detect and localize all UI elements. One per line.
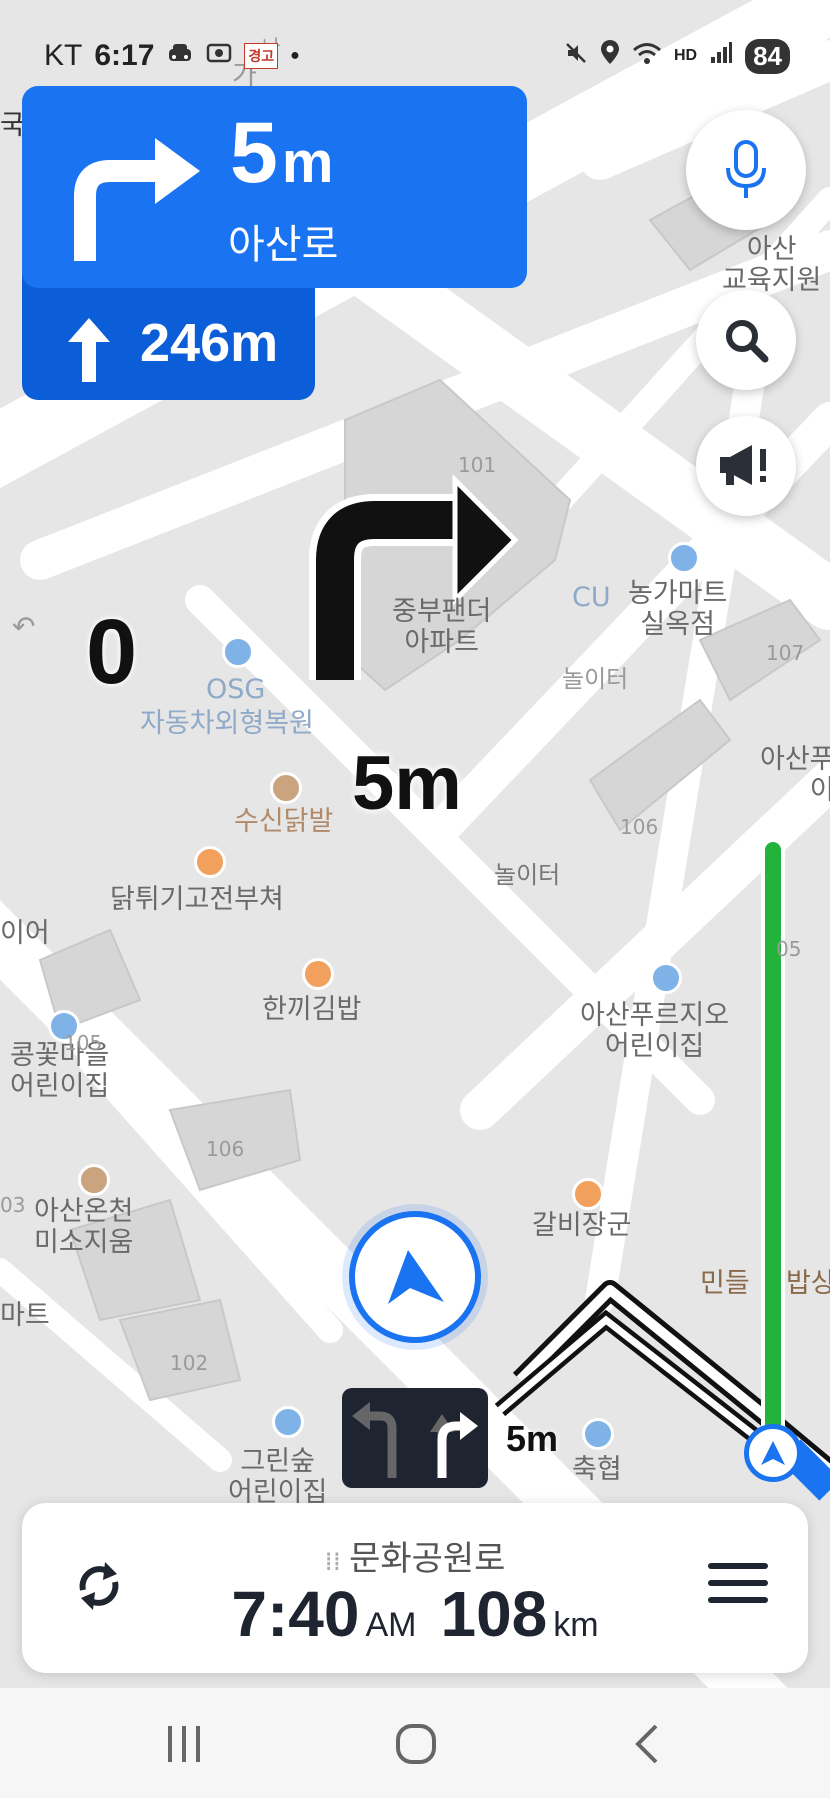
poi-icon[interactable]: [650, 962, 682, 994]
current-road: ⁞⁞ 문화공원로: [22, 1531, 808, 1580]
route-progress-marker: [744, 1424, 802, 1482]
building-number: 107: [766, 641, 805, 665]
turn-distance: 5m: [230, 110, 333, 196]
remaining-distance: 108: [440, 1578, 548, 1650]
poi-icon[interactable]: [194, 846, 226, 878]
map-label-ieo: 이어: [0, 918, 50, 949]
poi-icon[interactable]: [572, 1178, 604, 1210]
building-number: 101: [458, 453, 497, 477]
poi-icon[interactable]: [222, 636, 254, 668]
map-label-asan-purgio: 아산푸르지오 어린이집: [580, 1000, 730, 1063]
menu-icon: [708, 1559, 768, 1603]
wifi-icon: [632, 39, 662, 73]
home-icon: [396, 1724, 436, 1764]
poi-icon[interactable]: [270, 772, 302, 804]
map-label-nonghyup-mart: 농가마트 실옥점: [628, 578, 728, 641]
lane-distance: 5m: [506, 1418, 559, 1459]
megaphone-icon: [720, 445, 766, 485]
turn-road-name: 아산로: [228, 222, 339, 268]
battery-icon: 84: [745, 38, 790, 74]
u-turn-icon: ↶: [12, 610, 36, 643]
map-label-osg: OSG: [206, 674, 266, 705]
back-icon: [635, 1724, 658, 1764]
map-label-hankki: 한끼김밥: [262, 994, 362, 1025]
notification-badge-icon: 경고: [244, 43, 279, 69]
current-road-name: 문화공원로: [349, 1539, 506, 1579]
poi-icon[interactable]: [668, 542, 700, 574]
poi-icon[interactable]: [78, 1164, 110, 1196]
trip-summary: 7:40 AM 108 km: [22, 1577, 808, 1651]
map-label-cu: CU: [572, 582, 611, 613]
map-label-green: 그린숲 어린이집: [228, 1446, 328, 1509]
navigation-arrow-icon: [761, 1441, 785, 1465]
mic-icon: [726, 140, 766, 198]
map-label-asan-edu: 아산 교육지원: [722, 234, 822, 297]
turn-right-icon: [74, 138, 200, 261]
location-icon: [600, 39, 620, 73]
arrival-time: 7:40: [231, 1578, 360, 1650]
report-button[interactable]: [696, 416, 796, 516]
poi-icon[interactable]: [582, 1418, 614, 1450]
dot-icon: ●: [290, 47, 300, 64]
map-turn-distance: 5m: [352, 741, 462, 826]
car-icon: [166, 39, 194, 73]
menu-button[interactable]: [708, 1559, 768, 1615]
map-label-playground: 놀이터: [562, 665, 629, 693]
map-label-galbi: 갈비장군: [532, 1210, 632, 1241]
building-number: 102: [170, 1351, 209, 1375]
map-label-asan-right: 아산푸 이: [760, 744, 830, 807]
building-number: 05: [776, 937, 802, 961]
map-label-susin: 수신닭발: [234, 806, 334, 837]
map-label-playground: 놀이터: [494, 861, 561, 889]
recent-apps-button[interactable]: [164, 1722, 204, 1766]
home-button[interactable]: [394, 1722, 438, 1766]
location-arrow-icon: [388, 1250, 444, 1304]
turn-distance-value: 5: [230, 105, 278, 201]
search-icon: [726, 320, 769, 363]
search-button[interactable]: [696, 290, 796, 390]
current-location-marker[interactable]: [342, 1204, 488, 1350]
recents-icon: [168, 1726, 200, 1762]
poi-icon[interactable]: [272, 1406, 304, 1438]
distance-unit: km: [553, 1606, 599, 1644]
map-label-osg-desc: 자동차외형복원: [140, 708, 314, 739]
map-label-bapsang: 밥상: [786, 1268, 830, 1299]
route-summary-bar[interactable]: ⁞⁞ 문화공원로 7:40 AM 108 km: [22, 1503, 808, 1673]
signal-icon: [709, 39, 733, 73]
map-label-mart: 마트: [0, 1300, 50, 1331]
voice-button[interactable]: [686, 110, 806, 230]
system-nav-bar: [0, 1688, 830, 1798]
map-label-dakt: 닭튀기고전부쳐: [110, 884, 284, 915]
building-number: 03: [0, 1193, 26, 1217]
building-number: 106: [620, 815, 659, 839]
screenshot-icon: [206, 39, 232, 73]
straight-icon: [68, 318, 110, 382]
map-label-asan-oncheon: 아산온천 미소지움: [34, 1196, 134, 1259]
carrier: KT: [44, 39, 83, 72]
hd-icon: HD: [673, 47, 698, 64]
lane-arrows-icon: [352, 1402, 478, 1478]
arrival-ampm: AM: [365, 1606, 417, 1644]
back-button[interactable]: [632, 1722, 662, 1766]
map-label-apartment: 중부팬더 아파트: [392, 596, 492, 659]
building-number: 106: [206, 1137, 245, 1161]
turn-card[interactable]: 5m 아산로: [22, 86, 527, 288]
mute-icon: [564, 39, 588, 73]
status-bar: KT 6:17 경고 ● HD 84: [0, 0, 830, 86]
lane-guidance: [342, 1388, 488, 1488]
turn-distance-unit: m: [281, 130, 334, 195]
map-label-mindeul: 민들: [700, 1268, 750, 1299]
building-number: 105: [64, 1031, 103, 1055]
map-label-chukhyup: 축협: [572, 1454, 622, 1485]
speed-display: 0: [86, 601, 138, 703]
clock: 6:17: [94, 39, 155, 72]
next-distance: 246m: [140, 313, 279, 373]
poi-icon[interactable]: [302, 958, 334, 990]
road-lane-icon: ⁞⁞: [324, 1547, 342, 1577]
